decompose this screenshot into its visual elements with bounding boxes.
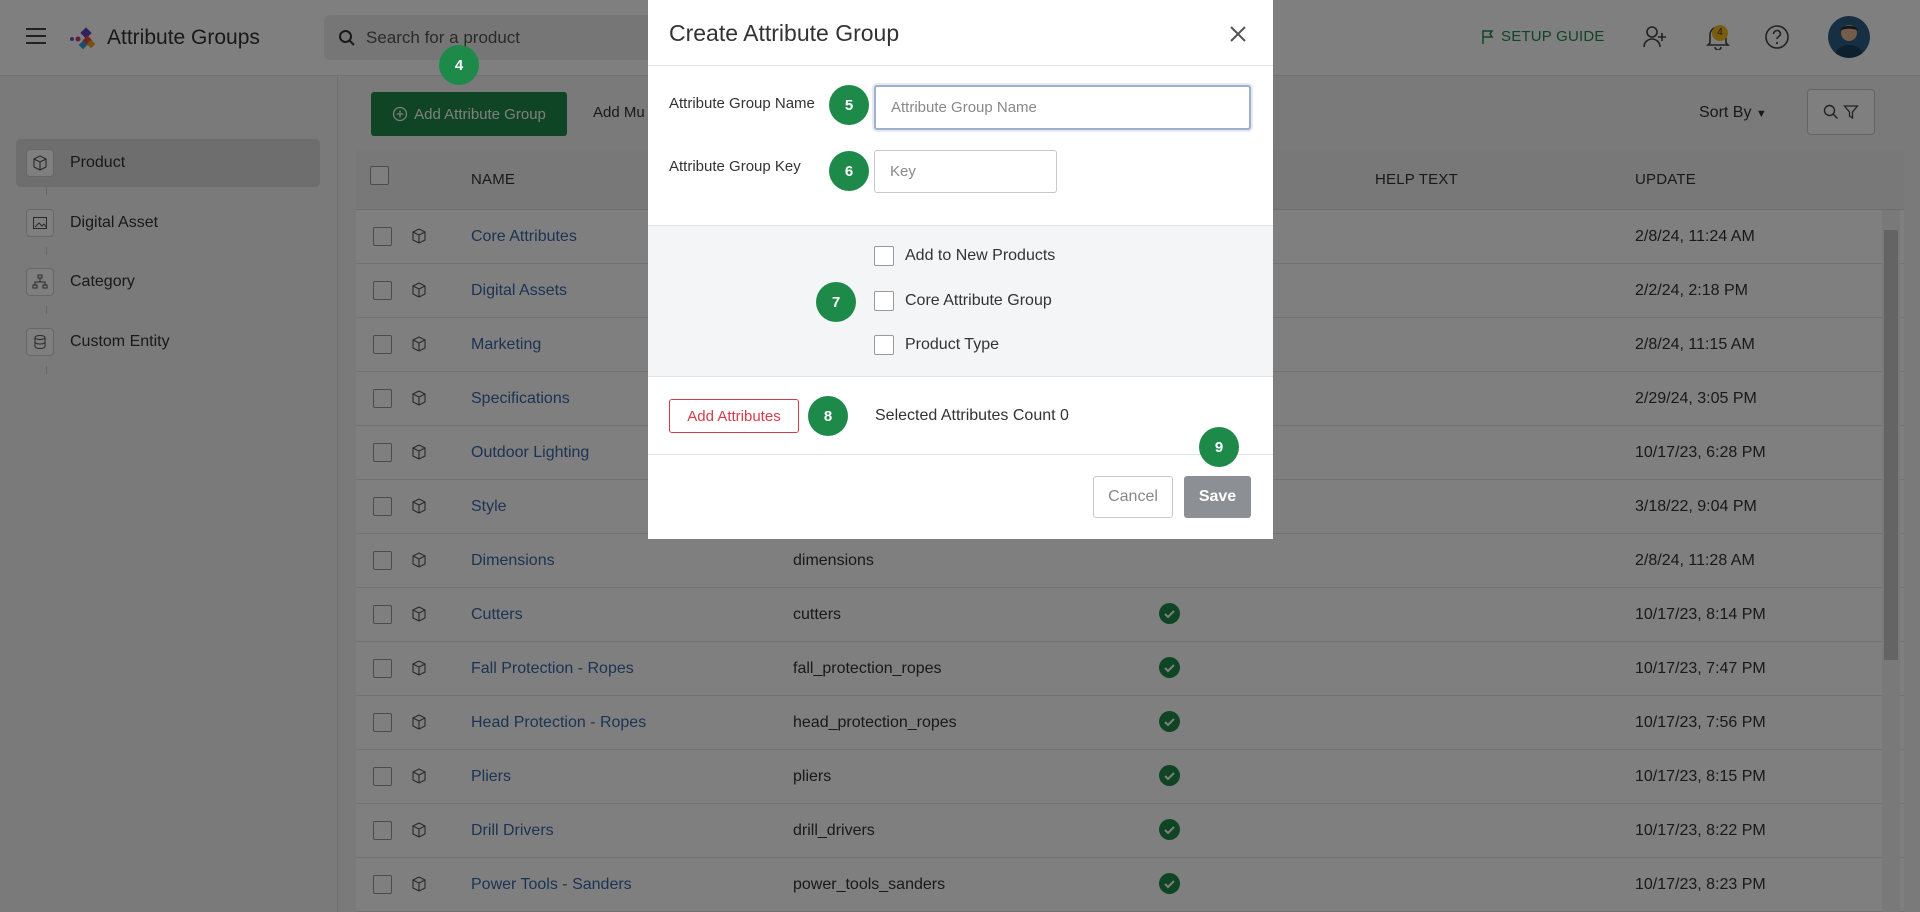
option-label: Product Type (905, 336, 999, 353)
option-label: Core Attribute Group (905, 292, 1052, 309)
add-to-new-products-option[interactable]: Add to New Products (874, 246, 1055, 266)
product-type-option[interactable]: Product Type (874, 335, 999, 355)
add-to-new-products-checkbox[interactable] (874, 246, 894, 266)
create-attribute-group-dialog: Create Attribute Group Attribute Group N… (648, 0, 1273, 539)
add-attributes-button[interactable]: Add Attributes (669, 399, 799, 433)
core-attribute-group-checkbox[interactable] (874, 291, 894, 311)
core-attribute-group-option[interactable]: Core Attribute Group (874, 291, 1052, 311)
dialog-title: Create Attribute Group (669, 20, 900, 46)
step-marker: 8 (808, 396, 848, 436)
attribute-group-key-label: Attribute Group Key (669, 158, 801, 175)
cancel-button[interactable]: Cancel (1093, 476, 1173, 518)
selected-attributes-count: Selected Attributes Count 0 (875, 407, 1069, 424)
attribute-group-name-label: Attribute Group Name (669, 95, 815, 112)
step-marker: 6 (829, 151, 869, 191)
attribute-group-name-field[interactable] (874, 85, 1251, 130)
close-icon[interactable] (1228, 24, 1248, 44)
attribute-group-key-field[interactable] (874, 150, 1057, 193)
step-marker: 4 (439, 45, 479, 85)
save-button[interactable]: Save (1184, 476, 1251, 518)
option-label: Add to New Products (905, 247, 1056, 264)
step-marker: 9 (1199, 427, 1239, 467)
step-marker: 5 (829, 85, 869, 125)
step-marker: 7 (816, 282, 856, 322)
product-type-checkbox[interactable] (874, 335, 894, 355)
